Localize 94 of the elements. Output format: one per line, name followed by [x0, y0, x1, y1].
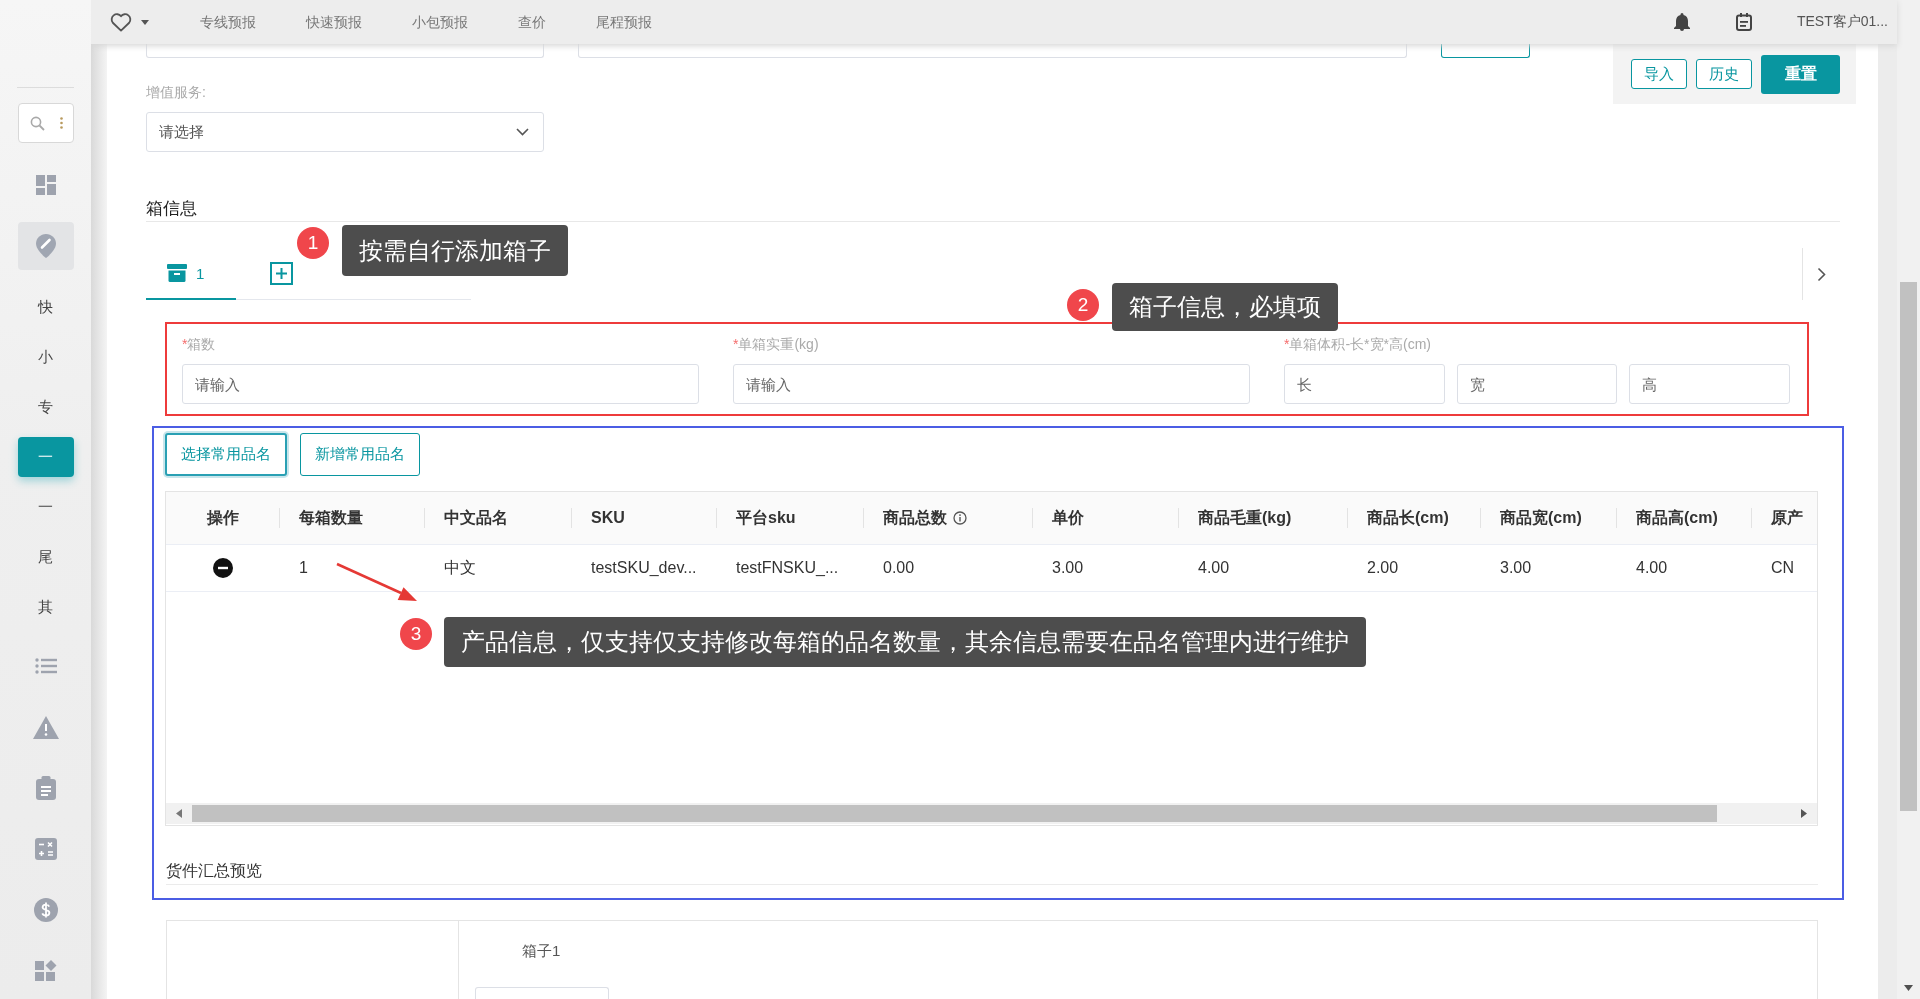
primary-button[interactable]: 重置 — [1761, 54, 1840, 94]
outline-button[interactable]: 导入 — [1631, 59, 1687, 89]
sidebar-item[interactable]: 小 — [17, 337, 74, 377]
input-field[interactable]: 请输入 — [182, 364, 699, 404]
column-header: 每箱数量 — [299, 507, 363, 528]
dots-icon[interactable] — [59, 117, 63, 129]
column-header: 单价 — [1052, 507, 1084, 528]
column-header: 原产 — [1771, 507, 1803, 528]
step-number: 3 — [400, 618, 432, 650]
chevron-down-icon — [516, 128, 529, 136]
archive-icon — [167, 264, 187, 282]
calculator-icon[interactable] — [34, 838, 57, 860]
select-field[interactable]: 请选择 — [146, 112, 544, 152]
column-header: 操作 — [206, 507, 239, 528]
bell-icon[interactable] — [1673, 13, 1690, 31]
outline-button[interactable]: 选择常用品名 — [165, 433, 287, 476]
field-label: *单箱实重(kg) — [733, 335, 820, 354]
chevron-right-icon — [1817, 266, 1826, 282]
sidebar-item[interactable]: 尾 — [17, 537, 74, 577]
notepad-icon[interactable] — [1735, 13, 1752, 31]
section-title: 箱信息 — [146, 197, 1840, 222]
input-field[interactable] — [578, 44, 1407, 58]
table-cell-text: 中文 — [444, 557, 476, 578]
column-header: SKU — [591, 509, 625, 527]
nav-link[interactable]: 小包预报 — [412, 12, 468, 32]
table-cell: 3.00 — [1052, 559, 1084, 577]
remove-icon[interactable] — [212, 558, 233, 578]
scroll-down-icon[interactable] — [1904, 985, 1913, 991]
nav-link[interactable]: 查价 — [518, 12, 546, 32]
scroll-right-icon[interactable] — [1801, 809, 1807, 818]
search-field[interactable] — [17, 103, 74, 143]
outlined-button[interactable] — [1441, 44, 1530, 58]
scroll-left-icon[interactable] — [176, 809, 182, 818]
field-label: *箱数 — [182, 335, 217, 354]
table-cell: 3.00 — [1500, 559, 1532, 577]
user-name[interactable]: TEST客户01... — [1796, 13, 1888, 31]
table-cell: 2.00 — [1367, 559, 1399, 577]
nav-link[interactable]: 快速预报 — [306, 12, 362, 32]
scrollbar[interactable] — [166, 803, 1817, 824]
warning-icon[interactable] — [32, 715, 59, 739]
column-header: 中文品名 — [444, 507, 508, 528]
field-label: *单箱体积-长*宽*高(cm) — [1284, 335, 1432, 354]
step-number: 2 — [1067, 289, 1099, 321]
column-header: 商品总数 — [883, 507, 947, 528]
sidebar-item[interactable]: 一 — [17, 437, 74, 477]
input-field[interactable]: 高 — [1629, 364, 1790, 404]
scrollbar[interactable] — [1897, 0, 1920, 999]
field-label: 增值服务: — [146, 83, 206, 102]
add-tab-icon[interactable] — [270, 262, 293, 285]
table-cell: testFNSKU_... — [736, 559, 839, 577]
sidebar-item[interactable]: 一 — [17, 487, 74, 527]
input-field[interactable] — [475, 987, 609, 999]
pin-icon — [35, 234, 56, 258]
sidebar-item[interactable]: 快 — [17, 287, 74, 327]
section-title: 货件汇总预览 — [166, 860, 1818, 885]
annotation-callout: 箱子信息，必填项 — [1112, 283, 1338, 331]
column-header: 商品长(cm) — [1367, 507, 1449, 528]
list-icon[interactable] — [34, 657, 57, 675]
column-header: 平台sku — [736, 507, 796, 528]
input-field[interactable]: 长 — [1284, 364, 1445, 404]
heart-icon[interactable] — [110, 12, 132, 32]
sidebar-item[interactable]: 其 — [17, 587, 74, 627]
box-label: 箱子1 — [522, 941, 561, 961]
annotation-callout: 产品信息，仅支持仅支持修改每箱的品名数量，其余信息需要在品名管理内进行维护 — [444, 617, 1366, 667]
box-tab[interactable]: 1 — [146, 248, 236, 300]
clipboard-icon[interactable] — [35, 776, 56, 800]
dashboard-icon[interactable] — [35, 175, 56, 195]
scrollbar-thumb[interactable] — [192, 805, 1717, 822]
dollar-icon[interactable] — [33, 898, 58, 922]
table-cell: 4.00 — [1198, 559, 1230, 577]
step-number: 1 — [297, 227, 329, 259]
sidebar-item[interactable] — [17, 222, 74, 270]
table-cell: 0.00 — [883, 559, 915, 577]
nav-link[interactable]: 尾程预报 — [596, 12, 652, 32]
info-icon[interactable] — [953, 511, 967, 525]
column-header: 商品高(cm) — [1636, 507, 1718, 528]
outline-button[interactable]: 历史 — [1696, 59, 1752, 89]
caret-icon[interactable] — [141, 19, 149, 25]
annotation-callout: 按需自行添加箱子 — [342, 225, 568, 276]
column-header: 商品毛重(kg) — [1198, 507, 1292, 528]
outline-button[interactable]: 新增常用品名 — [300, 433, 420, 476]
scrollbar-thumb[interactable] — [1900, 282, 1917, 811]
widgets-icon[interactable] — [34, 960, 57, 982]
table-cell: CN — [1771, 559, 1795, 577]
column-header: 商品宽(cm) — [1500, 507, 1582, 528]
input-field[interactable]: 请输入 — [733, 364, 1250, 404]
table-cell: testSKU_dev... — [591, 559, 697, 577]
table-cell: 4.00 — [1636, 559, 1668, 577]
sidebar-item[interactable]: 专 — [17, 387, 74, 427]
search-icon — [29, 115, 45, 131]
input-field[interactable] — [146, 44, 544, 58]
input-field[interactable]: 宽 — [1456, 364, 1618, 404]
nav-link[interactable]: 专线预报 — [200, 12, 256, 32]
table-cell: 1 — [299, 559, 308, 577]
